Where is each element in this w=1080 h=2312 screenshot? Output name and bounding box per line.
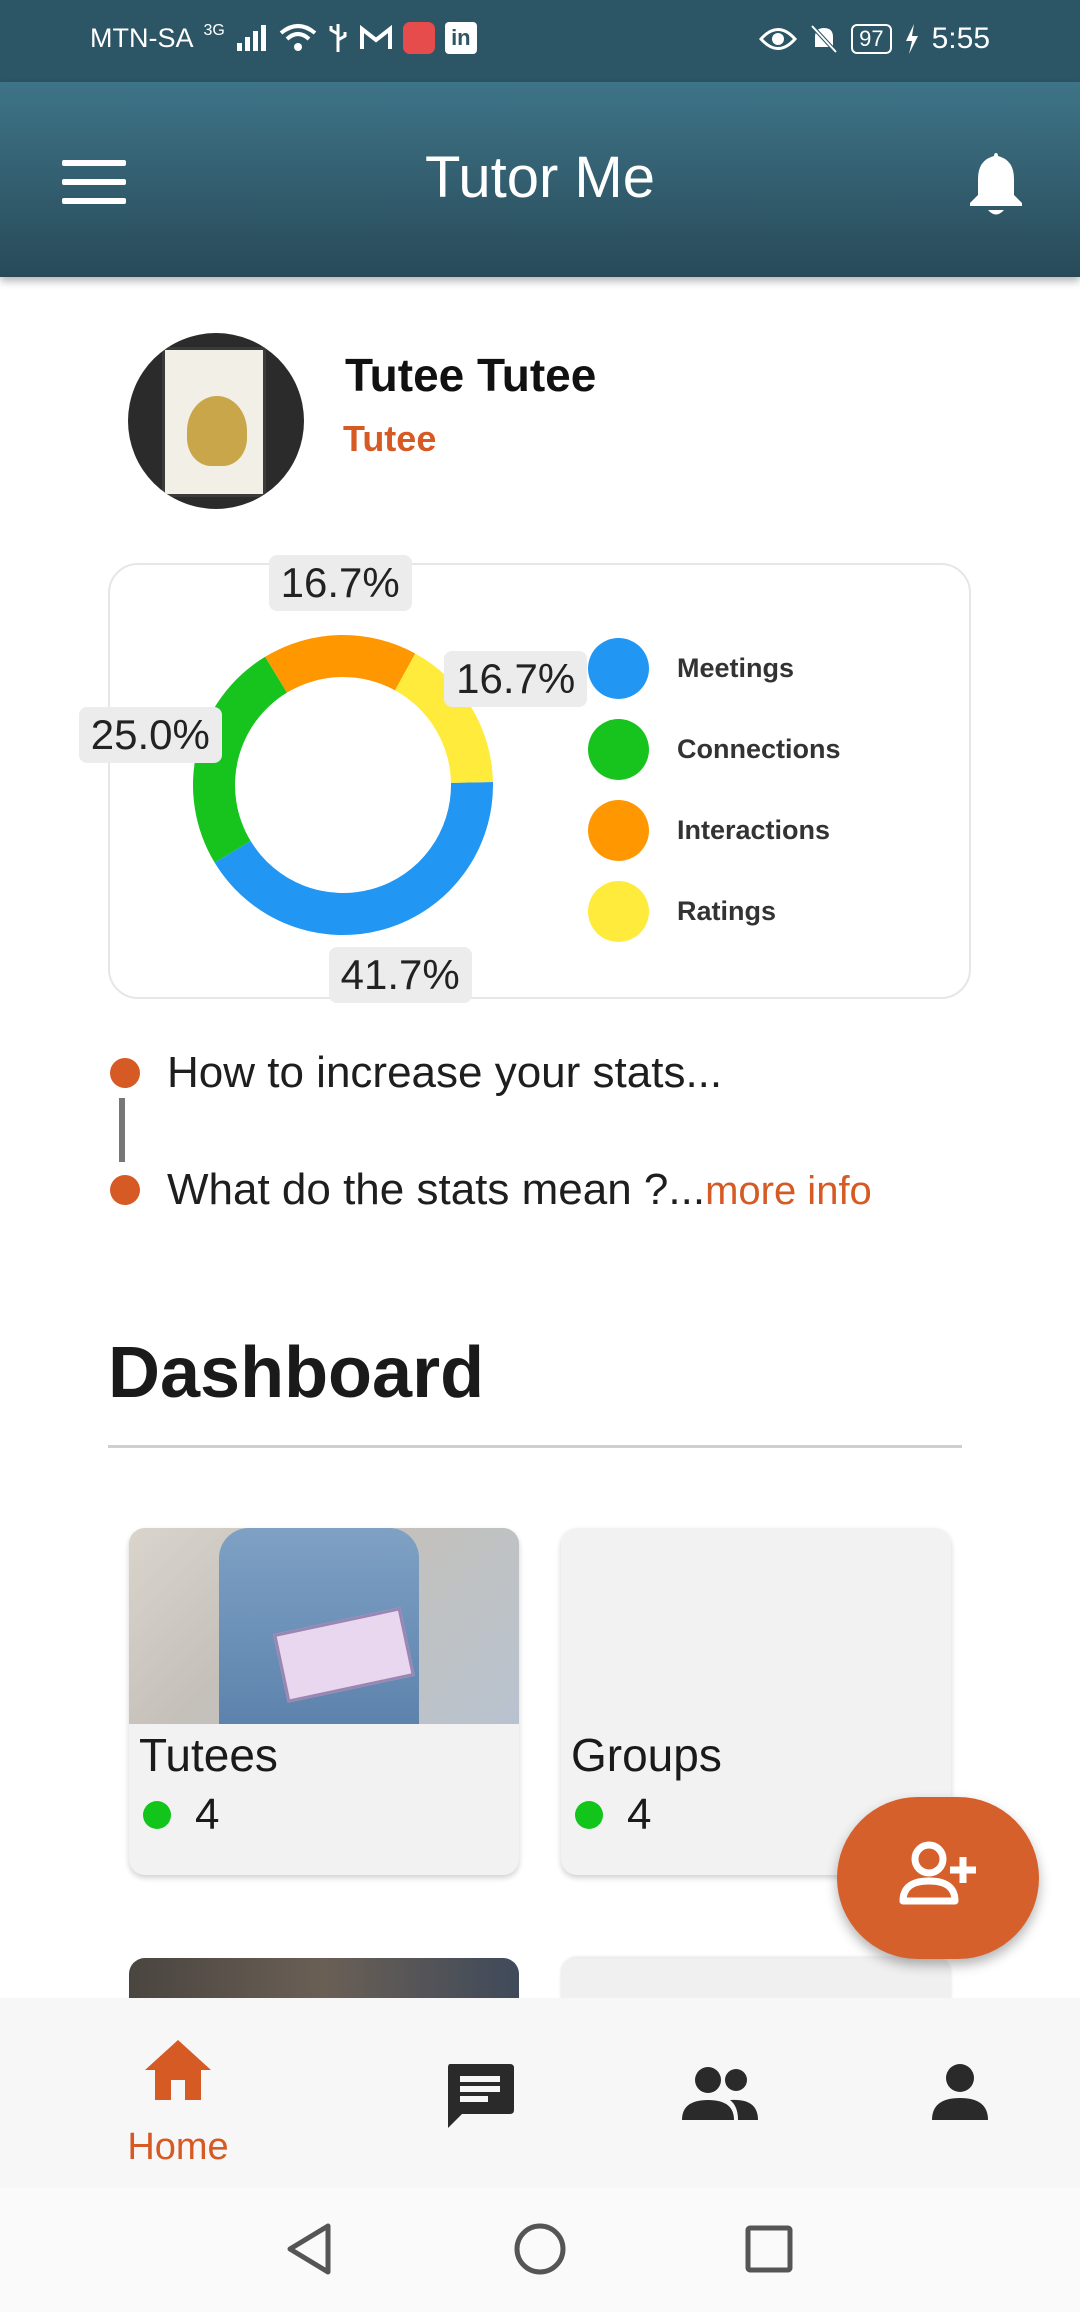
- usb-icon: [329, 24, 347, 52]
- system-navigation-bar: [0, 2188, 1080, 2312]
- slice-percent-label: 16.7%: [268, 555, 412, 612]
- info-text: How to increase your stats...: [167, 1048, 723, 1097]
- bottom-navigation: Home: [0, 1998, 1080, 2188]
- charging-icon: [905, 24, 918, 54]
- bullet-dot: [110, 1058, 140, 1088]
- battery-level: 97: [851, 24, 892, 54]
- online-dot: [143, 1801, 171, 1829]
- person-icon: [932, 2064, 988, 2120]
- stats-chart-card: 41.7% 25.0% 16.7% 16.7% Meetings Connections…: [78, 555, 971, 1004]
- legend-item-interactions: Interactions: [588, 790, 841, 871]
- legend-label: Interactions: [677, 815, 831, 845]
- linkedin-icon: in: [444, 22, 477, 54]
- online-dot: [575, 1801, 603, 1829]
- legend-item-meetings: Meetings: [588, 628, 841, 709]
- nav-people[interactable]: [620, 1998, 820, 2188]
- tutees-tile[interactable]: Tutees 4: [129, 1528, 519, 1875]
- legend-label: Ratings: [677, 896, 777, 926]
- tile-count-value: 4: [627, 1790, 652, 1839]
- nav-chat[interactable]: [380, 1998, 580, 2188]
- status-bar: MTN-SA 3G in 97 5:55: [0, 0, 1080, 82]
- avatar-image: [162, 347, 266, 497]
- tile-label: Tutees: [139, 1729, 278, 1781]
- recent-apps-icon[interactable]: [744, 2224, 794, 2274]
- signal-icon: [236, 25, 266, 51]
- tile-count: 4: [143, 1790, 219, 1840]
- donut-slice-meetings: [214, 782, 493, 936]
- divider: [108, 1445, 962, 1448]
- legend-label: Meetings: [677, 653, 795, 683]
- chart-legend: Meetings Connections Interactions Ratings: [588, 628, 841, 952]
- legend-item-connections: Connections: [588, 709, 841, 790]
- huawei-app-icon: [402, 22, 435, 54]
- chat-icon: [448, 2064, 514, 2128]
- notifications-off-icon: [810, 24, 838, 54]
- legend-color-dot: [588, 719, 649, 780]
- legend-label: Connections: [677, 734, 841, 764]
- donut-slice-interactions: [265, 635, 416, 693]
- legend-color-dot: [588, 800, 649, 861]
- dashboard-title: Dashboard: [108, 1333, 485, 1413]
- home-circle-icon[interactable]: [513, 2222, 567, 2276]
- tile-count-value: 4: [195, 1790, 220, 1839]
- legend-item-ratings: Ratings: [588, 871, 841, 952]
- eye-icon: [759, 28, 798, 50]
- back-icon[interactable]: [284, 2222, 334, 2276]
- status-bar-right: 97 5:55: [759, 22, 990, 56]
- legend-color-dot: [588, 881, 649, 942]
- people-icon: [682, 2067, 758, 2120]
- bullet-dot: [110, 1175, 140, 1205]
- wifi-icon: [279, 24, 317, 51]
- home-icon: [145, 2040, 211, 2100]
- tile-label: Groups: [571, 1729, 722, 1781]
- avatar[interactable]: [128, 333, 304, 509]
- profile-name: Tutee Tutee: [345, 349, 597, 401]
- network-type-label: 3G: [203, 22, 225, 39]
- tile-count: 4: [575, 1790, 651, 1840]
- info-text: What do the stats mean ?...: [167, 1165, 706, 1214]
- nav-home[interactable]: Home: [78, 1998, 278, 2188]
- info-text-row: What do the stats mean ?...more info: [167, 1165, 872, 1215]
- legend-color-dot: [588, 638, 649, 699]
- donut-chart: [193, 635, 493, 936]
- add-person-icon: [899, 1841, 976, 1905]
- status-bar-left: MTN-SA 3G in: [90, 22, 477, 54]
- gmail-icon: [359, 25, 392, 49]
- app-bar: Tutor Me: [0, 82, 1080, 277]
- profile-role: Tutee: [343, 418, 437, 459]
- slice-percent-label: 25.0%: [78, 707, 222, 764]
- add-person-button[interactable]: [837, 1797, 1039, 1959]
- nav-profile[interactable]: [860, 1998, 1060, 2188]
- app-title: Tutor Me: [425, 145, 655, 210]
- bell-icon[interactable]: [964, 147, 1028, 219]
- more-info-link[interactable]: more info: [705, 1169, 872, 1213]
- nav-home-label: Home: [127, 2126, 229, 2168]
- tutees-image: [129, 1528, 519, 1724]
- timeline-connector: [119, 1098, 125, 1162]
- slice-percent-label: 41.7%: [328, 947, 472, 1004]
- slice-percent-label: 16.7%: [444, 651, 588, 708]
- carrier-label: MTN-SA: [90, 22, 194, 53]
- clock: 5:55: [931, 22, 990, 55]
